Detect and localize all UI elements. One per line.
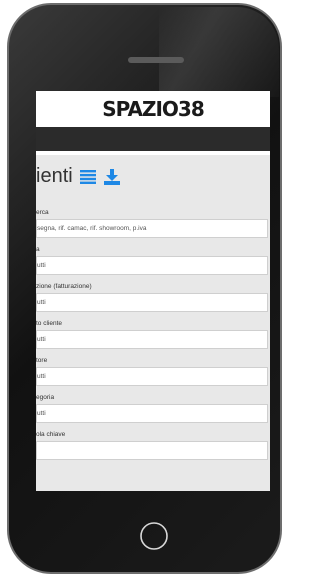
nav-bar[interactable] (36, 127, 270, 151)
select-tore[interactable]: utti (36, 367, 268, 386)
phone-speaker (128, 57, 184, 63)
list-icon[interactable] (79, 168, 97, 186)
filter-label-categoria: egoria (36, 394, 55, 401)
main-content: ienti erca segna, rif. camac, rif. showr… (36, 155, 270, 491)
filter-label-cliente: to cliente (36, 320, 63, 327)
select-cliente[interactable]: utti (36, 330, 268, 349)
select-categoria[interactable]: utti (36, 404, 268, 423)
page-title: ienti (36, 165, 73, 187)
home-button[interactable] (138, 520, 170, 552)
filter-label-cerca: erca (36, 209, 49, 216)
phone-shine (159, 7, 279, 97)
select-a[interactable]: utti (36, 256, 268, 275)
select-zione[interactable]: utti (36, 293, 268, 312)
filter-label-zione: zione (fatturazione) (36, 283, 92, 290)
brand-logo[interactable]: SPAZIO38 (102, 97, 204, 121)
filter-form: erca segna, rif. camac, rif. showroom, p… (36, 207, 270, 460)
search-input[interactable]: segna, rif. camac, rif. showroom, p.iva (36, 219, 268, 238)
header: SPAZIO38 (36, 91, 270, 127)
keyword-input[interactable] (36, 441, 268, 460)
filter-label-a: a (36, 246, 40, 253)
phone-screen: SPAZIO38 ienti erca segna, rif. camac, r… (36, 91, 270, 491)
filter-label-tore: tore (36, 357, 48, 364)
download-icon[interactable] (103, 168, 121, 186)
filter-label-chiave: ola chiave (36, 431, 66, 438)
title-row: ienti (36, 165, 121, 188)
